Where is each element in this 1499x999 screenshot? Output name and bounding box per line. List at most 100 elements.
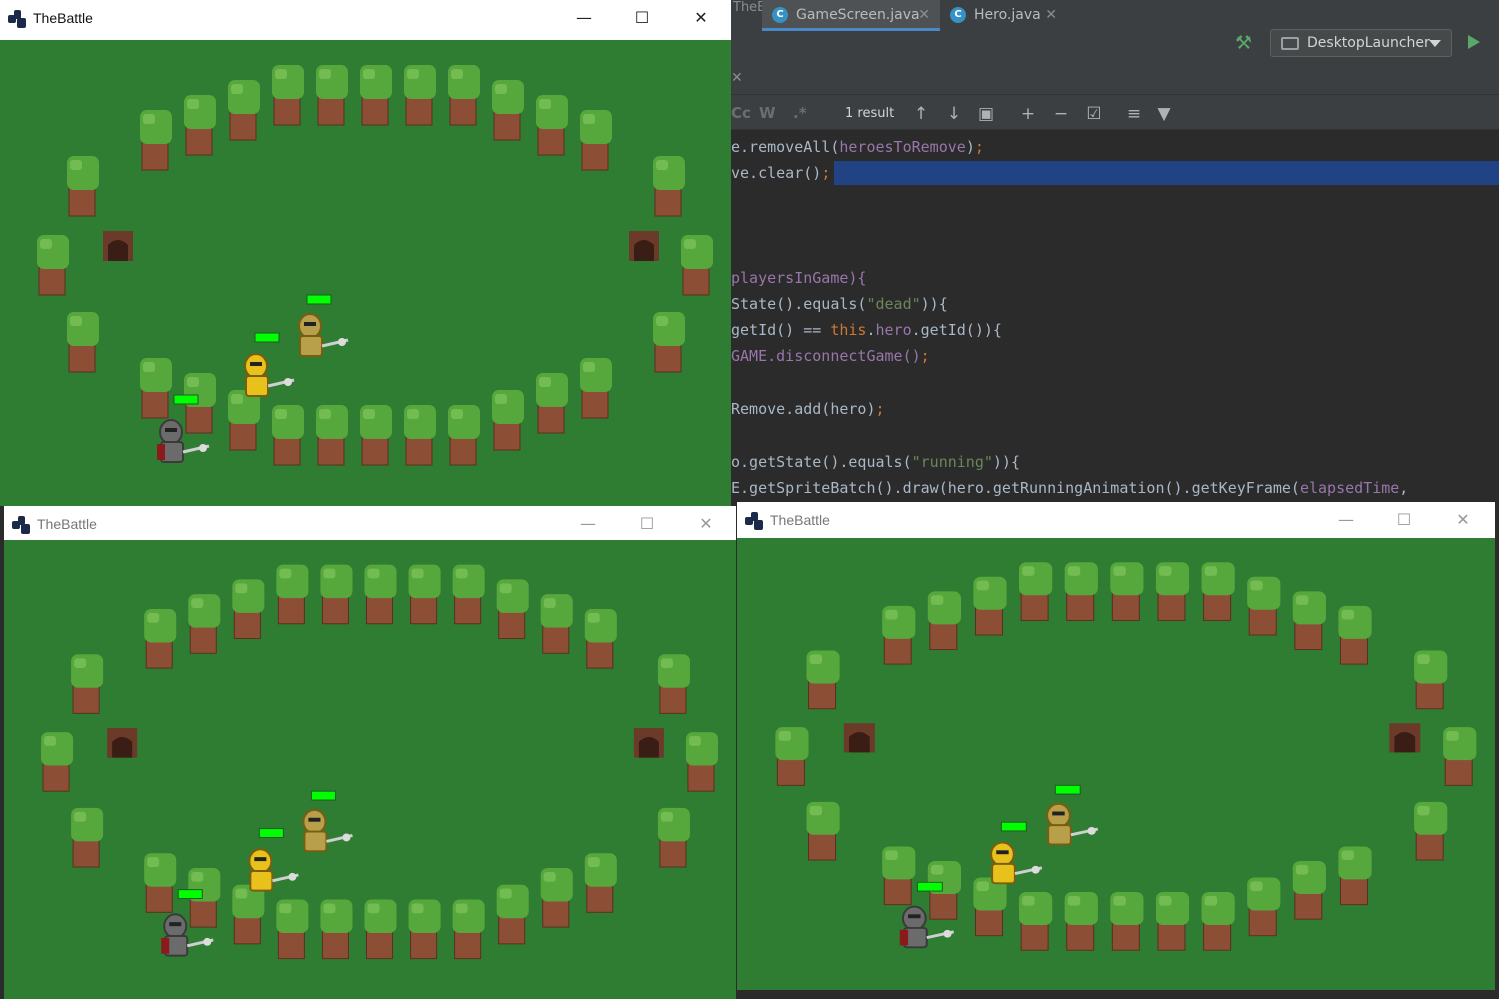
tree — [1201, 562, 1235, 621]
close-icon[interactable]: ✕ — [918, 0, 930, 30]
game-canvas[interactable] — [0, 40, 731, 506]
java-class-icon: C — [950, 7, 966, 23]
tree — [41, 732, 74, 792]
editor-tabs — [731, 63, 1499, 95]
whole-words-toggle[interactable]: W — [759, 104, 776, 122]
minimize-icon[interactable]: — — [569, 6, 599, 30]
tree — [364, 564, 397, 625]
tree — [272, 405, 304, 466]
cave — [843, 723, 875, 753]
tree — [144, 853, 177, 913]
maximize-icon[interactable]: ☐ — [632, 512, 662, 536]
previous-occurrence-icon[interactable]: ↑ — [910, 103, 932, 125]
tree — [1155, 892, 1190, 951]
find-result-count: 1 result — [845, 106, 895, 121]
next-occurrence-icon[interactable]: ↓ — [943, 103, 965, 125]
tree — [1292, 860, 1326, 920]
tree — [71, 807, 104, 868]
tree — [448, 405, 480, 466]
minimize-icon[interactable]: — — [1331, 508, 1361, 532]
health-bar — [1054, 784, 1081, 795]
match-case-toggle[interactable]: Cc — [731, 104, 751, 122]
tree — [408, 899, 441, 960]
tree — [927, 591, 961, 651]
code-text: Remove.add(hero); — [731, 400, 885, 418]
build-hammer-icon[interactable]: ⚒ — [1235, 32, 1257, 54]
code-line: ve.clear(); — [731, 161, 830, 185]
tree — [1110, 562, 1144, 621]
game-window-client-2[interactable]: TheBattle — ☐ ✕ — [737, 502, 1495, 990]
close-icon[interactable]: ✕ — [1045, 0, 1057, 30]
tree — [448, 65, 480, 126]
run-configuration-dropdown[interactable]: DesktopLauncher — [1270, 29, 1452, 57]
code-line: E.getSpriteBatch().draw(hero.getRunningA… — [731, 476, 1408, 500]
add-selection-icon[interactable]: + — [1017, 103, 1039, 125]
tree — [806, 650, 840, 710]
close-icon[interactable]: ✕ — [1448, 508, 1478, 532]
tree — [882, 605, 916, 665]
window-titlebar[interactable]: TheBattle — ☐ ✕ — [0, 0, 731, 36]
minimize-icon[interactable]: — — [573, 512, 603, 536]
tree — [184, 95, 216, 156]
hero-gold-knight — [298, 294, 349, 357]
tree — [1247, 576, 1281, 636]
java-app-icon — [745, 512, 763, 530]
game-scene — [41, 564, 718, 960]
tree — [584, 853, 617, 913]
select-matches-icon[interactable]: ☑ — [1083, 103, 1105, 125]
tree — [580, 110, 612, 171]
tree — [973, 877, 1007, 937]
filter-icon[interactable]: ▼ — [1153, 103, 1175, 125]
code-text: E.getSpriteBatch().draw(hero.getRunningA… — [731, 479, 1409, 497]
select-all-occurrences-icon[interactable]: ▣ — [975, 103, 997, 125]
tab-partial-close-icon[interactable]: ✕ — [731, 63, 761, 94]
hero-gold-knight — [1046, 784, 1099, 846]
code-text: GAME.disconnectGame(); — [731, 347, 930, 365]
tree — [496, 579, 529, 639]
code-line: GAME.disconnectGame(); — [731, 344, 930, 368]
tree — [140, 110, 172, 171]
window-titlebar[interactable]: TheBattle — ☐ ✕ — [737, 502, 1495, 538]
cave — [1389, 723, 1421, 753]
cave — [633, 728, 664, 758]
close-icon[interactable]: ✕ — [691, 512, 721, 536]
tree — [360, 405, 392, 466]
run-play-icon[interactable] — [1468, 35, 1480, 49]
tree — [320, 899, 353, 960]
regex-toggle[interactable]: .* — [793, 104, 807, 122]
tree — [37, 235, 69, 296]
cave — [629, 231, 659, 261]
tree — [1155, 562, 1190, 621]
maximize-icon[interactable]: ☐ — [1389, 508, 1419, 532]
tree — [653, 156, 685, 217]
code-editor[interactable]: e.removeAll(heroesToRemove); ve.clear();… — [731, 130, 1499, 510]
tab-gamescreen-java[interactable]: C GameScreen.java ✕ — [762, 0, 940, 31]
tree — [681, 235, 713, 296]
tree — [1019, 562, 1053, 621]
tree — [404, 65, 436, 126]
tree — [1247, 877, 1281, 937]
code-line: o.getState().equals("running")){ — [731, 450, 1020, 474]
java-app-icon — [8, 10, 26, 28]
game-window-client-1[interactable]: TheBattle — ☐ ✕ — [4, 506, 736, 999]
tree — [272, 65, 304, 126]
tree — [71, 654, 104, 714]
multiline-icon[interactable]: ≡ — [1123, 103, 1145, 125]
remove-selection-icon[interactable]: − — [1050, 103, 1072, 125]
tree — [452, 564, 485, 625]
code-text: State().equals("dead")){ — [731, 295, 948, 313]
health-bar — [258, 828, 284, 838]
game-canvas[interactable] — [4, 540, 736, 999]
tree — [276, 564, 309, 625]
java-class-icon: C — [772, 7, 788, 23]
close-icon[interactable]: ✕ — [686, 6, 716, 30]
game-canvas[interactable] — [737, 538, 1495, 990]
tree — [364, 899, 397, 960]
game-window-main[interactable]: TheBattle — ☐ ✕ — [0, 0, 731, 506]
tree — [882, 846, 916, 906]
window-titlebar[interactable]: TheBattle — ☐ ✕ — [4, 506, 736, 542]
maximize-icon[interactable]: ☐ — [627, 6, 657, 30]
cave — [107, 728, 138, 758]
tree — [228, 80, 260, 141]
tab-hero-java[interactable]: C Hero.java ✕ — [940, 0, 1065, 31]
